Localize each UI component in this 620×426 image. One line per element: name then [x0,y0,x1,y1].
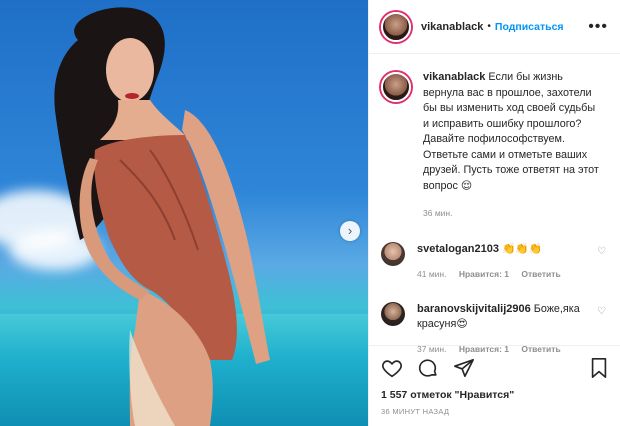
comment-time[interactable]: 41 мин. [417,269,446,279]
share-paper-plane-icon[interactable] [453,357,475,379]
heart-icon[interactable]: ♡ [597,246,606,257]
caption-time[interactable]: 36 мин. [423,208,452,218]
post-timestamp[interactable]: 36 МИНУТ НАЗАД [381,407,609,416]
ellipsis-icon[interactable]: ••• [588,18,608,36]
author-username[interactable]: vikanablack [421,21,483,33]
comments-list: vikanablack Если бы жизнь вернула вас в … [369,54,620,357]
author-avatar[interactable] [381,11,411,42]
reply-button[interactable]: Ответить [521,269,560,279]
comment-username[interactable]: baranovskijvitalij2906 [417,303,531,315]
comment-item: svetalogan2103 👏👏👏 41 мин. Нравится: 1 О… [381,241,608,282]
like-heart-icon[interactable] [381,357,403,379]
caption-username[interactable]: vikanablack [423,71,485,83]
follow-button[interactable]: Подписаться [495,21,564,33]
heart-icon[interactable]: ♡ [597,306,606,317]
likes-count[interactable]: 1 557 отметок "Нравится" [381,389,609,401]
comment-likes[interactable]: Нравится: 1 [459,269,509,279]
caption-text: Если бы жизнь вернула вас в прошлое, зах… [423,71,599,192]
separator-dot: • [487,21,491,32]
caption-avatar[interactable] [381,72,411,102]
woman-figure [54,7,270,426]
comment-bubble-icon[interactable] [417,357,439,379]
comment-username[interactable]: svetalogan2103 [417,243,499,255]
next-image-button[interactable]: › [340,221,360,241]
post-actions: 1 557 отметок "Нравится" 36 МИНУТ НАЗАД [369,345,620,416]
bookmark-icon[interactable] [589,357,609,379]
comment-text: 👏👏👏 [501,242,543,255]
post-header: vikanablack • Подписаться ••• [369,0,620,54]
caption: vikanablack Если бы жизнь вернула вас в … [381,70,608,222]
commenter-avatar[interactable] [381,241,405,266]
post-photo: › [0,0,368,426]
post-details-panel: vikanablack • Подписаться ••• vikanablac… [368,0,620,426]
commenter-avatar[interactable] [381,301,405,326]
